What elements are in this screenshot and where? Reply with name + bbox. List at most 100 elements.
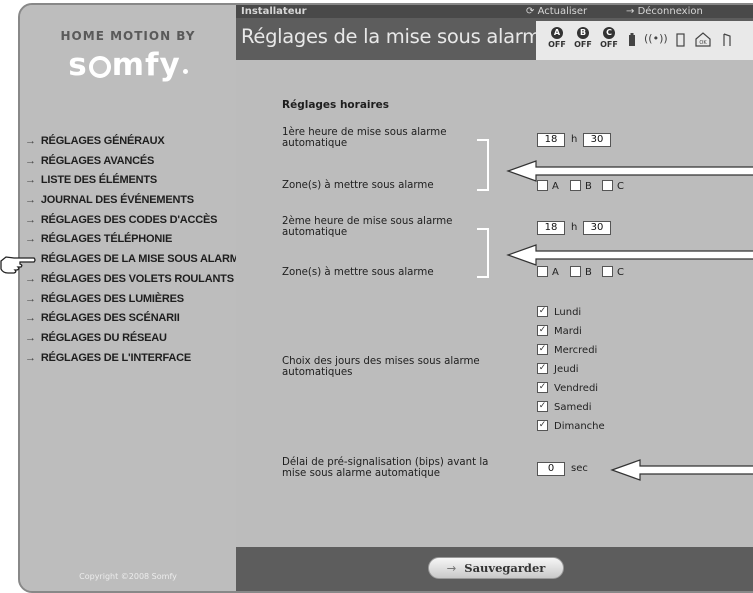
sidebar-menu: → RÉGLAGES GÉNÉRAUX → RÉGLAGES AVANCÉS → LI… [25, 132, 246, 369]
sidebar-item-access-codes[interactable]: → RÉGLAGES DES CODES D'ACCÈS [25, 211, 237, 231]
annotation-arrow-2 [506, 244, 753, 266]
delay-field[interactable]: 0 [537, 462, 565, 476]
home-ok-icon: OK [695, 32, 711, 47]
day-label: Samedi [554, 402, 592, 413]
day-label: Mardi [554, 326, 582, 337]
sidebar-item-event-log[interactable]: → JOURNAL DES ÉVÉNEMENTS [25, 191, 237, 211]
arrow-right-icon: → [25, 213, 36, 226]
sidebar-item-lights[interactable]: → RÉGLAGES DES LUMIÈRES [25, 290, 237, 310]
zone-option-label: B [585, 267, 592, 278]
sidebar-item-network[interactable]: → RÉGLAGES DU RÉSEAU [25, 329, 237, 349]
svg-text:OK: OK [699, 40, 707, 46]
first-time-label: 1ère heure de mise sous alarme automatiqu… [282, 127, 447, 149]
zone-b-state: OFF [574, 40, 592, 49]
annotation-arrow-1 [506, 160, 753, 182]
sidebar-item-element-list[interactable]: → LISTE DES ÉLÉMENTS [25, 171, 237, 191]
bracket-1 [477, 139, 489, 191]
sidebar-item-label: RÉGLAGES TÉLÉPHONIE [40, 233, 173, 246]
user-role: Installateur [241, 6, 307, 17]
first-minutes-field[interactable]: 30 [583, 133, 611, 147]
second-zones-label: Zone(s) à mettre sous alarme [282, 267, 434, 278]
day-checkbox[interactable]: ✓ [537, 325, 548, 336]
page-title: Réglages de la mise sous alarme [241, 25, 553, 48]
day-label: Mercredi [554, 345, 598, 356]
header: Installateur ⟳ Actualiser → Déconnexion … [236, 5, 753, 60]
day-checkbox[interactable]: ✓ [537, 344, 548, 355]
sidebar-item-general-settings[interactable]: → RÉGLAGES GÉNÉRAUX [25, 132, 237, 152]
sidebar-item-label: JOURNAL DES ÉVÉNEMENTS [40, 194, 194, 207]
brand-tagline: HOME MOTION BY [60, 29, 196, 43]
somfy-logo: s mfy [20, 47, 236, 83]
sidebar-item-advanced-settings[interactable]: → RÉGLAGES AVANCÉS [25, 152, 237, 172]
battery-icon [629, 33, 635, 46]
sidebar-item-label: RÉGLAGES DES LUMIÈRES [40, 292, 184, 305]
day-checkbox[interactable]: ✓ [537, 420, 548, 431]
sidebar-item-telephony[interactable]: → RÉGLAGES TÉLÉPHONIE [25, 230, 237, 250]
copyright: Copyright ©2008 Somfy [79, 572, 177, 581]
second-zone-a-checkbox[interactable] [537, 266, 548, 277]
main-content: Réglages horaires 1ère heure de mise sou… [236, 60, 753, 547]
zone-b-icon: B [577, 27, 589, 39]
arrow-right-icon: → [25, 233, 36, 246]
sidebar-item-label: RÉGLAGES DE LA MISE SOUS ALARME [40, 253, 246, 266]
day-checkbox[interactable]: ✓ [537, 382, 548, 393]
day-checkbox[interactable]: ✓ [537, 363, 548, 374]
second-minutes-field[interactable]: 30 [583, 221, 611, 235]
zone-c-icon: C [603, 27, 615, 39]
refresh-link[interactable]: ⟳ Actualiser [526, 5, 587, 18]
sidebar-item-label: RÉGLAGES DES VOLETS ROULANTS [40, 272, 234, 285]
day-checkbox[interactable]: ✓ [537, 306, 548, 317]
zone-a-status: A OFF [544, 27, 570, 49]
day-label: Jeudi [554, 364, 579, 375]
arrow-right-icon: → [25, 154, 36, 167]
hour-unit: h [571, 134, 578, 145]
day-checkbox[interactable]: ✓ [537, 401, 548, 412]
bracket-2 [477, 228, 489, 278]
sidebar-item-alarm-settings[interactable]: →RÉGLAGES DE LA MISE SOUS ALARME [25, 250, 246, 270]
radio-signal-icon: ((•)) [644, 32, 668, 45]
footer-bar: → Sauvegarder [236, 547, 753, 591]
sidebar-item-label: RÉGLAGES DE L'INTERFACE [40, 351, 192, 364]
first-zones-label: Zone(s) à mettre sous alarme [282, 180, 434, 191]
sidebar: HOME MOTION BY s mfy → RÉGLAGES GÉNÉRAUX →… [20, 5, 246, 591]
second-zone-c-checkbox[interactable] [602, 266, 613, 277]
hour-unit: h [571, 222, 578, 233]
sidebar-item-interface[interactable]: → RÉGLAGES DE L'INTERFACE [25, 349, 237, 369]
arrow-right-icon: → [25, 292, 36, 305]
arrow-right-icon: → [25, 351, 36, 364]
day-label: Vendredi [554, 383, 599, 394]
arrow-right-icon: → [446, 561, 457, 575]
first-hours-field[interactable]: 18 [537, 133, 565, 147]
delay-label: Délai de pré-signalisation (bips) avant … [282, 457, 489, 479]
zone-option-label: A [552, 267, 559, 278]
second-time-label: 2ème heure de mise sous alarme automatiqu… [282, 216, 453, 238]
door-open-icon [723, 33, 731, 46]
day-label: Dimanche [554, 421, 605, 432]
zone-option-label: C [617, 267, 624, 278]
day-label: Lundi [554, 307, 582, 318]
arrow-right-icon: → [626, 6, 638, 17]
section-title: Réglages horaires [282, 99, 390, 111]
arrow-right-icon: → [25, 331, 36, 344]
second-hours-field[interactable]: 18 [537, 221, 565, 235]
days-label: Choix des jours des mises sous alarme aut… [282, 356, 480, 378]
zone-a-icon: A [551, 27, 563, 39]
arrow-right-icon: → [25, 312, 36, 325]
arrow-right-icon: → [25, 194, 36, 207]
door-sensor-icon [676, 33, 685, 47]
pointing-hand-icon [0, 256, 36, 274]
refresh-icon: ⟳ [526, 6, 538, 17]
logout-link[interactable]: → Déconnexion [626, 5, 703, 18]
arrow-right-icon: → [25, 135, 36, 147]
sidebar-item-label: RÉGLAGES GÉNÉRAUX [40, 135, 165, 147]
zone-b-status: B OFF [570, 27, 596, 49]
sidebar-item-shutters[interactable]: → RÉGLAGES DES VOLETS ROULANTS [25, 270, 237, 290]
sidebar-item-label: LISTE DES ÉLÉMENTS [40, 174, 158, 187]
sidebar-item-scenarios[interactable]: → RÉGLAGES DES SCÉNARII [25, 309, 237, 329]
zone-c-state: OFF [600, 40, 618, 49]
save-button[interactable]: → Sauvegarder [428, 557, 564, 579]
sidebar-item-label: RÉGLAGES DES CODES D'ACCÈS [40, 213, 218, 226]
zone-c-status: C OFF [596, 27, 622, 49]
second-zone-b-checkbox[interactable] [570, 266, 581, 277]
zone-a-state: OFF [548, 40, 566, 49]
